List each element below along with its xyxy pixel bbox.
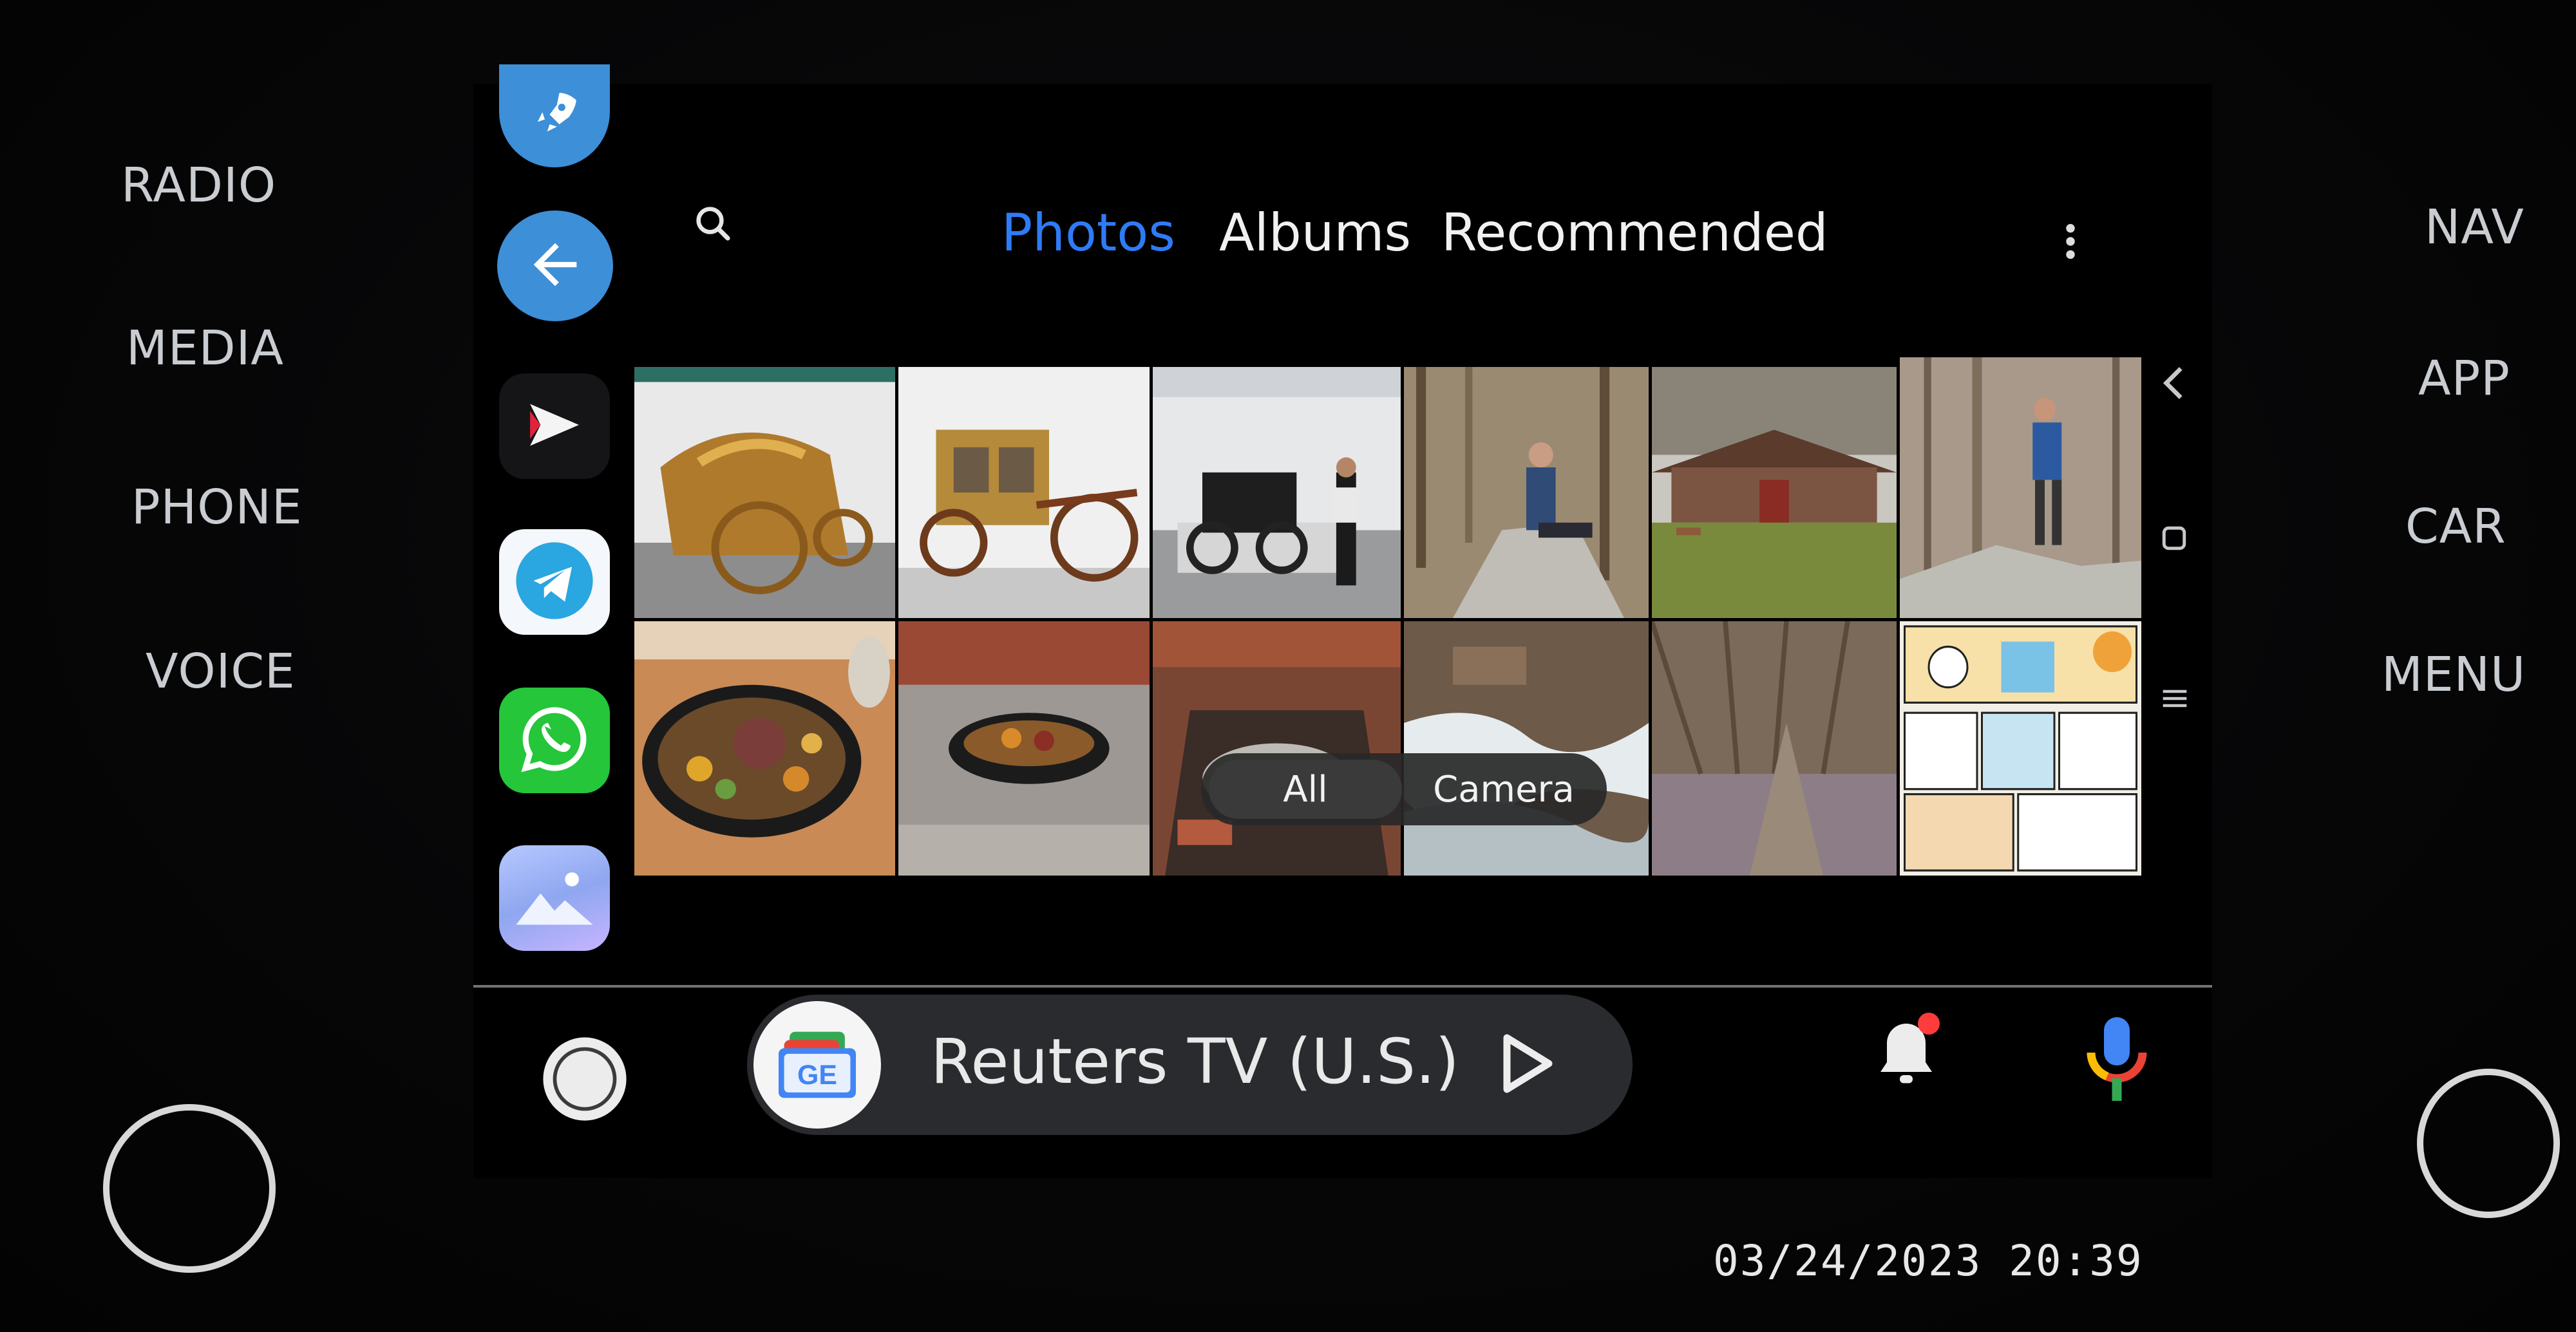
rocket-icon (526, 86, 583, 146)
chevron-left-icon[interactable] (2161, 364, 2186, 405)
notification-bell-icon[interactable] (1868, 1011, 1945, 1097)
menu-key[interactable]: MENU (2382, 647, 2526, 702)
media-player-app[interactable] (499, 373, 610, 479)
radio-key[interactable]: RADIO (121, 158, 276, 213)
photo-thumbnail[interactable] (1404, 621, 1649, 876)
launcher-circle-icon[interactable] (536, 1030, 634, 1130)
photo-thumbnail[interactable] (1652, 621, 1897, 876)
home-square-icon[interactable] (2161, 525, 2188, 554)
photo-thumbnail[interactable] (898, 367, 1150, 618)
app-key[interactable]: APP (2418, 351, 2510, 406)
photo-thumbnail[interactable] (1404, 367, 1649, 618)
telegram-app[interactable] (499, 529, 610, 635)
tab-recommended[interactable]: Recommended (1441, 203, 1828, 263)
arrow-left-icon (523, 232, 587, 299)
photo-thumbnail[interactable] (634, 621, 895, 876)
whatsapp-app[interactable] (499, 688, 610, 793)
volume-knob[interactable] (103, 1104, 276, 1273)
telegram-icon (513, 539, 596, 625)
tab-albums[interactable]: Albums (1219, 203, 1411, 263)
photo-thumbnail[interactable] (1900, 621, 2141, 876)
voice-key[interactable]: VOICE (146, 644, 296, 699)
now-playing-title: Reuters TV (U.S.) (931, 1026, 1459, 1098)
car-key[interactable]: CAR (2405, 499, 2506, 554)
google-news-icon-text: GE (797, 1060, 837, 1091)
filter-camera-button[interactable]: Camera (1407, 760, 1600, 819)
google-news-icon: GE (753, 1001, 881, 1129)
back-button[interactable] (497, 211, 613, 321)
microphone-icon[interactable] (2081, 1011, 2152, 1110)
tab-photos[interactable]: Photos (1001, 203, 1175, 263)
play-icon[interactable] (1494, 1028, 1558, 1102)
photo-thumbnail[interactable] (1153, 367, 1401, 618)
more-options-icon[interactable] (2061, 219, 2080, 267)
play-logo-icon (513, 383, 596, 469)
media-key[interactable]: MEDIA (126, 321, 284, 376)
photo-thumbnail[interactable] (1153, 621, 1401, 876)
photo-timestamp: 03/24/2023 20:39 (1713, 1236, 2143, 1286)
phone-key[interactable]: PHONE (131, 480, 303, 535)
nav-key[interactable]: NAV (2425, 200, 2524, 255)
rail-divider (473, 985, 2212, 988)
tune-knob[interactable] (2417, 1069, 2560, 1218)
gallery-app[interactable] (499, 845, 610, 951)
notification-badge (1918, 1013, 1940, 1035)
now-playing-card[interactable]: GE Reuters TV (U.S.) (747, 995, 1633, 1135)
gallery-icon (513, 861, 596, 935)
photo-thumbnail[interactable] (634, 367, 895, 618)
photo-thumbnail[interactable] (1900, 357, 2141, 618)
search-icon[interactable] (692, 203, 735, 248)
album-filter: All Camera (1201, 753, 1607, 825)
photo-thumbnail[interactable] (1652, 367, 1897, 618)
menu-lines-icon[interactable] (2161, 684, 2189, 715)
photo-thumbnail[interactable] (898, 621, 1150, 876)
filter-all-button[interactable]: All (1209, 760, 1402, 819)
whatsapp-icon (516, 700, 593, 780)
